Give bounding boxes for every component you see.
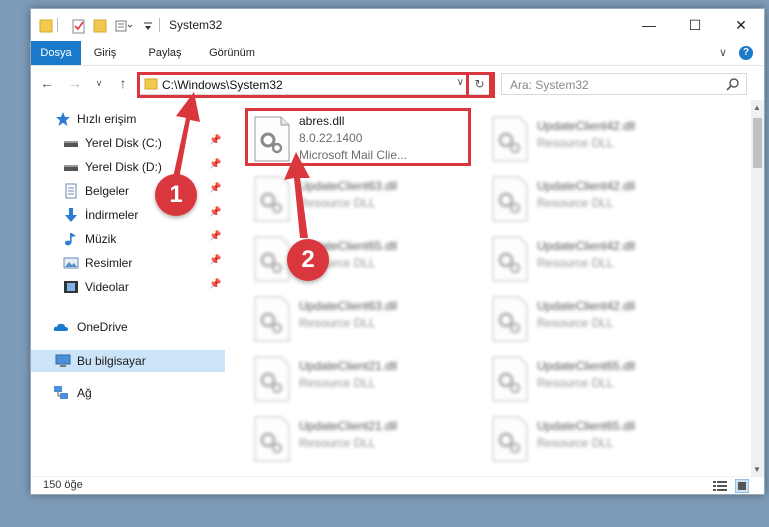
arrow-to-address xyxy=(172,92,200,184)
callout-step-2: 2 xyxy=(287,239,329,281)
arrow-to-file xyxy=(284,152,310,238)
annotation-arrows xyxy=(172,92,310,238)
callout-step-1: 1 xyxy=(155,174,197,216)
